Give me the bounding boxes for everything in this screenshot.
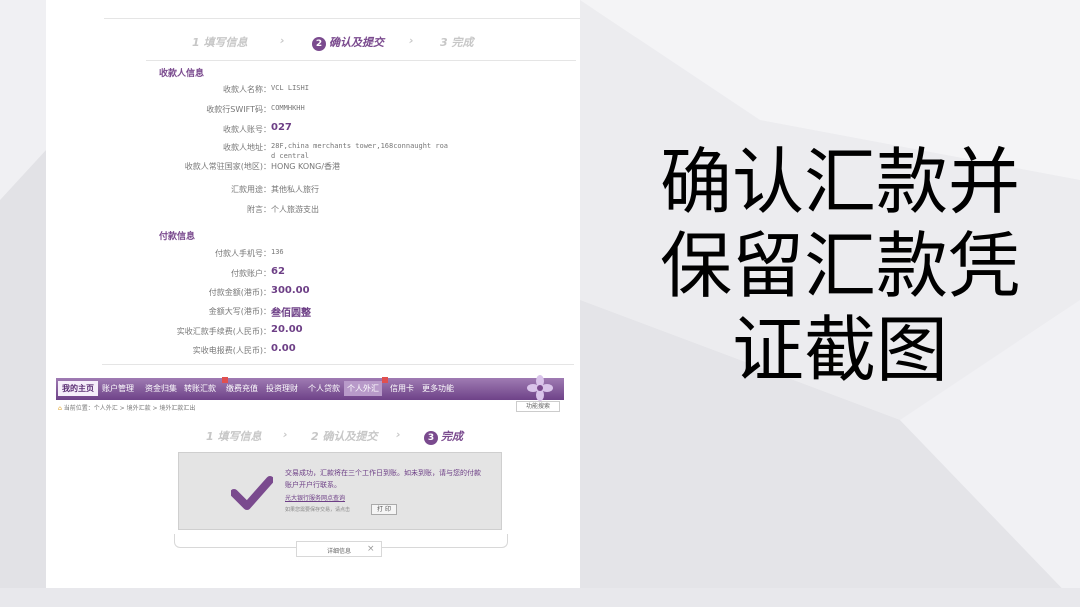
step-arrow: › bbox=[396, 428, 401, 441]
nav-account-mgmt[interactable]: 账户管理 bbox=[102, 383, 134, 394]
field-value: 个人旅游支出 bbox=[271, 205, 319, 214]
telegraph-fee-row: 实收电报费(人民币)： 0.00 bbox=[46, 343, 580, 359]
field-value: 其他私人旅行 bbox=[271, 185, 319, 194]
field-value: 027 bbox=[271, 122, 292, 133]
step-complete-active: 3 完成 bbox=[424, 428, 463, 445]
close-icon[interactable]: × bbox=[367, 544, 375, 554]
amount-row: 付款金额(港币)： 300.00 bbox=[46, 285, 580, 301]
step-number: 3 bbox=[424, 431, 438, 445]
breadcrumb: ⌂ 当前位置：个人外汇 > 境外汇款 > 境外汇款汇出 bbox=[58, 403, 195, 412]
field-label: 实收电报费(人民币)： bbox=[192, 346, 271, 355]
nav-home[interactable]: 我的主页 bbox=[58, 381, 98, 396]
step-arrow: › bbox=[283, 428, 288, 441]
amount-words-row: 金额大写(港币)： 叁佰圆整 bbox=[46, 306, 580, 320]
step-indicator-top: 1 填写信息 › 2 确认及提交 › 3 完成 bbox=[46, 34, 580, 51]
step-fill-info: 1 填写信息 bbox=[206, 430, 262, 443]
postscript-row: 附言： 个人旅游支出 bbox=[46, 204, 580, 218]
field-label: 收款人常驻国家(地区)： bbox=[184, 162, 271, 171]
field-value: 叁佰圆整 bbox=[271, 308, 311, 319]
bank-nav-bar: 我的主页 账户管理 资金归集 转账汇款 缴费充值 投资理财 个人贷款 个人外汇 … bbox=[56, 375, 564, 401]
field-value: 62 bbox=[271, 266, 285, 277]
swift-row: 收款行SWIFT码： COMMHKHH bbox=[46, 104, 580, 118]
step-indicator-bottom: 1 填写信息 › 2 确认及提交 › 3 完成 bbox=[0, 428, 534, 445]
field-value: 20.00 bbox=[271, 324, 303, 335]
payer-section-title: 付款信息 bbox=[159, 232, 196, 242]
flower-logo-icon bbox=[527, 375, 553, 401]
field-label: 汇款用途： bbox=[231, 185, 271, 194]
step-confirm-active: 2 确认及提交 bbox=[312, 34, 384, 51]
step-confirm: 2 确认及提交 bbox=[311, 430, 378, 443]
home-icon: ⌂ bbox=[58, 405, 62, 412]
nav-investment[interactable]: 投资理财 bbox=[266, 383, 298, 394]
step-number: 2 bbox=[312, 37, 326, 51]
detail-tab[interactable]: 详细信息 × bbox=[296, 541, 382, 557]
step-arrow: › bbox=[280, 34, 285, 47]
account-row: 收款人账号： 027 bbox=[46, 122, 580, 138]
nav-transfer[interactable]: 转账汇款 bbox=[184, 383, 216, 394]
divider bbox=[146, 60, 576, 61]
checkmark-icon bbox=[231, 476, 273, 510]
success-panel: 交易成功，汇款将在三个工作日到账。如未到账，请与您的付款账户开户行联系。 光大银… bbox=[178, 452, 502, 530]
purpose-row: 汇款用途： 其他私人旅行 bbox=[46, 184, 580, 198]
title-line: 保留汇款凭 bbox=[659, 224, 1020, 308]
nav-forex-current[interactable]: 个人外汇 bbox=[344, 381, 382, 396]
field-label: 收款人名称： bbox=[223, 85, 271, 94]
field-value: 0.00 bbox=[271, 343, 296, 354]
step-confirm-label: 确认及提交 bbox=[329, 36, 384, 49]
success-message: 交易成功，汇款将在三个工作日到账。如未到账，请与您的付款账户开户行联系。 bbox=[285, 469, 481, 489]
field-label: 附言： bbox=[247, 205, 271, 214]
detail-tab-label: 详细信息 bbox=[327, 548, 352, 555]
save-hint: 如果您需要保存交易，请点击 bbox=[285, 507, 351, 513]
title-line: 确认汇款并 bbox=[659, 140, 1020, 224]
payer-phone-row: 付款人手机号： 136 bbox=[46, 248, 580, 262]
nav-personal-loan[interactable]: 个人贷款 bbox=[308, 383, 340, 394]
function-search-button[interactable]: 功能搜索 bbox=[516, 401, 560, 412]
breadcrumb-text: 当前位置：个人外汇 > 境外汇款 > 境外汇款汇出 bbox=[63, 405, 196, 412]
field-value: 300.00 bbox=[271, 285, 310, 296]
step-arrow: › bbox=[409, 34, 414, 47]
field-value: d central bbox=[271, 152, 309, 160]
field-value: VCL LISHI bbox=[271, 84, 309, 92]
step-complete-label: 完成 bbox=[441, 430, 463, 443]
branch-query-link[interactable]: 光大银行服务网点查询 bbox=[285, 493, 345, 502]
payer-account-row: 付款账户： 62 bbox=[46, 266, 580, 282]
nav-credit-card[interactable]: 信用卡 bbox=[390, 383, 414, 394]
field-label: 金额大写(港币)： bbox=[208, 307, 271, 316]
divider bbox=[104, 18, 580, 19]
fee-row: 实收汇款手续费(人民币)： 20.00 bbox=[46, 324, 580, 340]
field-value: 136 bbox=[271, 248, 284, 256]
country-row: 收款人常驻国家(地区)： HONG KONG/香港 bbox=[46, 161, 580, 175]
print-button[interactable]: 打 印 bbox=[371, 504, 397, 515]
payee-section-title: 收款人信息 bbox=[159, 69, 205, 79]
step-fill-info: 1 填写信息 bbox=[192, 36, 248, 49]
field-value: COMMHKHH bbox=[271, 104, 305, 112]
field-label: 付款账户： bbox=[231, 269, 271, 278]
field-value: 28F,china merchants tower,168connaught r… bbox=[271, 142, 449, 150]
field-label: 付款金额(港币)： bbox=[208, 288, 271, 297]
slide-title: 确认汇款并 保留汇款凭 证截图 bbox=[600, 140, 1080, 392]
nav-fund-pooling[interactable]: 资金归集 bbox=[145, 383, 177, 394]
field-label: 收款行SWIFT码： bbox=[206, 105, 271, 114]
payee-name-row: 收款人名称： VCL LISHI bbox=[46, 84, 580, 98]
field-value: HONG KONG/香港 bbox=[271, 162, 341, 171]
title-line: 证截图 bbox=[731, 308, 948, 392]
field-label: 付款人手机号： bbox=[215, 249, 271, 258]
step-complete: 3 完成 bbox=[440, 36, 474, 49]
field-label: 收款人账号： bbox=[223, 125, 271, 134]
nav-payment[interactable]: 缴费充值 bbox=[226, 383, 258, 394]
new-badge bbox=[382, 377, 388, 383]
field-label: 实收汇款手续费(人民币)： bbox=[176, 327, 271, 336]
divider bbox=[102, 364, 574, 365]
nav-more[interactable]: 更多功能 bbox=[422, 383, 454, 394]
